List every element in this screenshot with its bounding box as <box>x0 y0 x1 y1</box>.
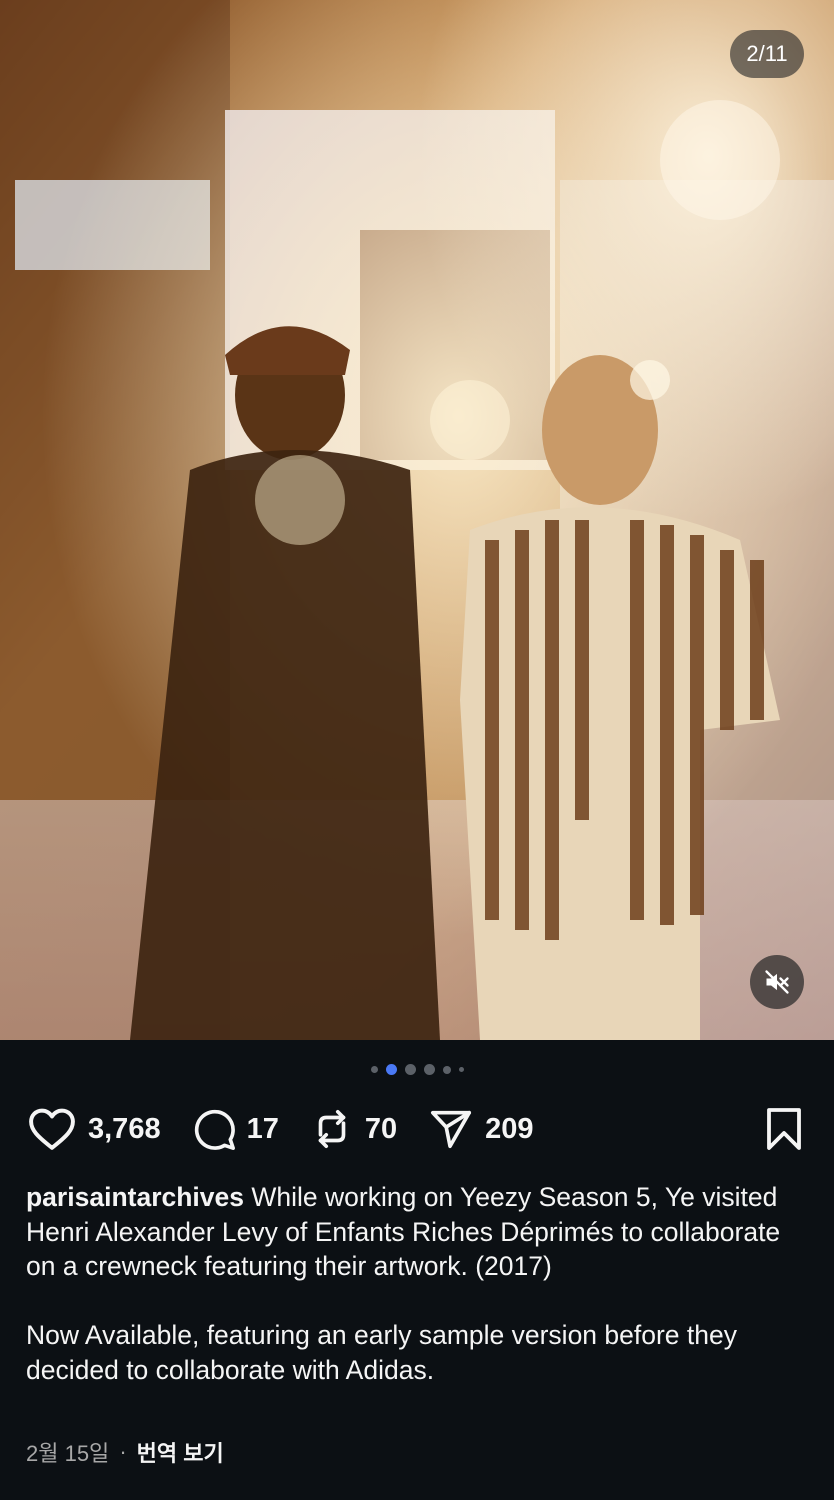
meta-separator: · <box>119 1439 127 1464</box>
carousel-dot <box>404 1064 416 1075</box>
carousel-indicator <box>0 1064 834 1075</box>
share-count: 209 <box>485 1112 534 1145</box>
carousel-dot <box>423 1064 435 1075</box>
post-media[interactable]: 2/11 <box>0 0 834 1040</box>
mute-button[interactable] <box>750 955 804 1009</box>
like-button[interactable]: 3,768 <box>26 1106 161 1152</box>
caption-paragraph-2: Now Available, featuring an early sample… <box>26 1320 737 1385</box>
speaker-muted-icon <box>765 970 789 994</box>
post-action-bar: 3,768 17 70 209 <box>26 1103 808 1155</box>
translate-link[interactable]: 번역 보기 <box>137 1436 224 1468</box>
post-meta: 2월 15일 · 번역 보기 <box>26 1436 224 1468</box>
post-date: 2월 15일 <box>26 1441 110 1466</box>
caption-paragraph-1: parisaintarchives While working on Yeezy… <box>26 1180 810 1284</box>
media-counter-badge: 2/11 <box>730 30 804 78</box>
comment-count: 17 <box>246 1112 279 1145</box>
comment-button[interactable]: 17 <box>191 1106 279 1152</box>
comment-bubble-icon <box>194 1109 235 1150</box>
carousel-dot <box>442 1065 451 1074</box>
carousel-dot <box>370 1066 378 1073</box>
paper-plane-icon <box>431 1110 472 1149</box>
author-username[interactable]: parisaintarchives <box>26 1182 244 1212</box>
carousel-dot <box>458 1067 464 1072</box>
share-button[interactable]: 209 <box>427 1106 534 1152</box>
bookmark-icon <box>767 1108 801 1150</box>
repost-count: 70 <box>364 1112 398 1145</box>
post-caption: parisaintarchives While working on Yeezy… <box>26 1180 810 1387</box>
like-count: 3,768 <box>88 1112 161 1145</box>
carousel-dot-active <box>385 1064 397 1075</box>
repost-icon <box>318 1109 346 1149</box>
repost-button[interactable]: 70 <box>309 1106 397 1152</box>
heart-icon <box>29 1108 75 1150</box>
post-photo <box>0 0 834 1040</box>
save-button[interactable] <box>764 1107 804 1156</box>
